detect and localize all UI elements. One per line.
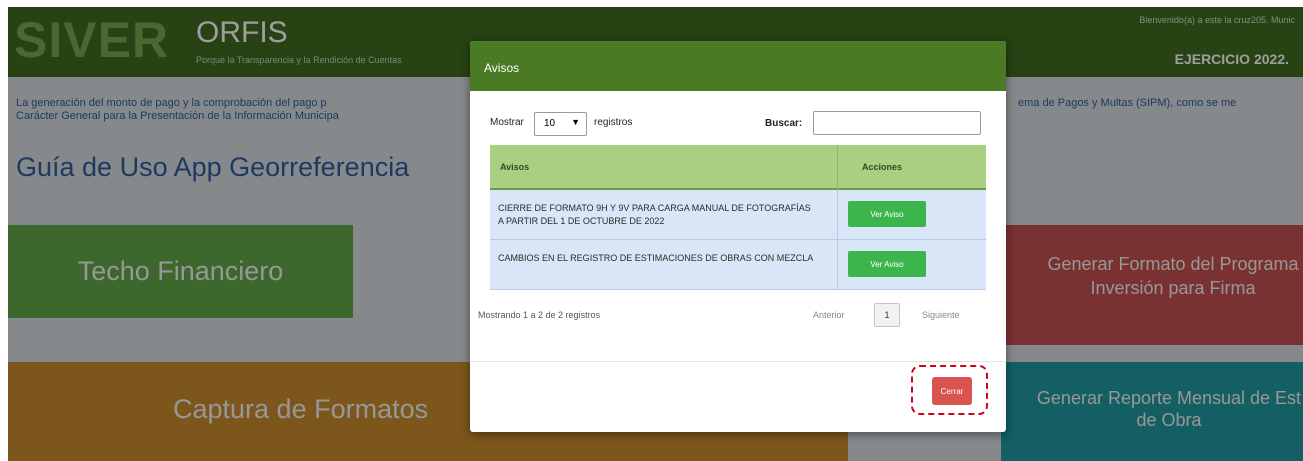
modal-title: Avisos [484, 61, 520, 75]
table-row: CAMBIOS EN EL REGISTRO DE ESTIMACIONES D… [490, 240, 986, 290]
table-row: CIERRE DE FORMATO 9H Y 9V PARA CARGA MAN… [490, 190, 986, 240]
column-divider [837, 145, 838, 190]
search-label: Buscar: [765, 118, 803, 129]
pagination-page-1[interactable]: 1 [874, 303, 900, 327]
background-page: SIVER ORFIS Porque la Transparencia y la… [8, 7, 1303, 461]
show-entries-suffix: registros [594, 117, 633, 128]
column-header-avisos[interactable]: Avisos [500, 162, 529, 172]
modal-header: Avisos [470, 41, 1006, 91]
search-input[interactable] [813, 111, 981, 135]
chevron-down-icon: ▼ [571, 117, 580, 127]
close-button-highlight [911, 365, 988, 415]
table-info: Mostrando 1 a 2 de 2 registros [478, 310, 601, 320]
column-divider [837, 190, 838, 240]
ver-aviso-button[interactable]: Ver Aviso [848, 201, 926, 227]
aviso-text: CIERRE DE FORMATO 9H Y 9V PARA CARGA MAN… [498, 203, 811, 226]
page-length-select[interactable]: 10 ▼ [534, 112, 587, 136]
table-header: Avisos Acciones [490, 145, 986, 190]
aviso-text: CAMBIOS EN EL REGISTRO DE ESTIMACIONES D… [498, 253, 814, 263]
column-header-acciones[interactable]: Acciones [862, 162, 902, 172]
modal-footer-divider [470, 361, 1006, 362]
pagination-previous[interactable]: Anterior [813, 310, 845, 320]
page-length-value: 10 [544, 118, 556, 129]
show-entries-label: Mostrar [490, 117, 524, 128]
ver-aviso-button[interactable]: Ver Aviso [848, 251, 926, 277]
column-divider [837, 240, 838, 290]
pagination-next[interactable]: Siguiente [922, 310, 960, 320]
